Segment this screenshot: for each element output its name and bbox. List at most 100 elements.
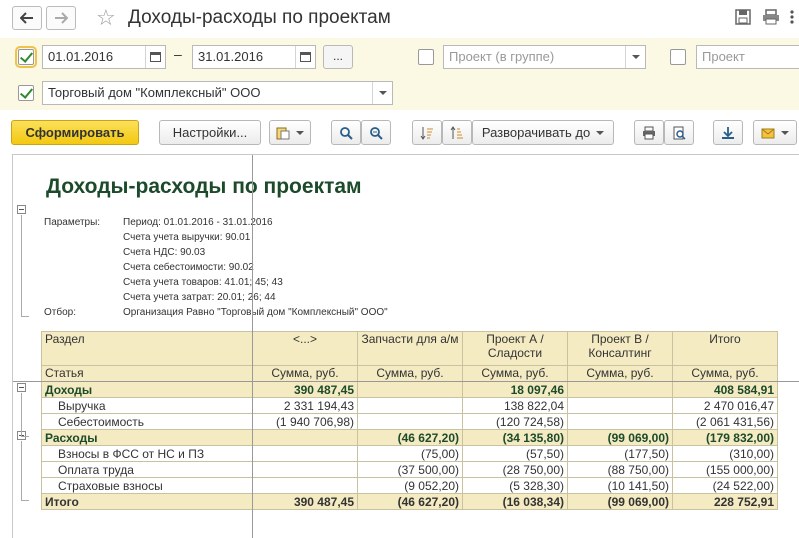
print-preview-icon (673, 126, 686, 140)
title-bar: ☆ Доходы-расходы по проектам (0, 0, 799, 36)
row-value: (34 135,80) (462, 429, 568, 446)
period-select-button[interactable]: ... (323, 45, 353, 69)
calendar-to-button[interactable] (295, 46, 315, 68)
row-label: Взносы в ФСС от НС и ПЗ (41, 445, 253, 462)
report-spreadsheet[interactable]: Доходы-расходы по проектам Параметры: Пе… (12, 154, 799, 538)
row-value (357, 413, 463, 430)
row-label: Расходы (41, 429, 253, 446)
period-dash: – (174, 46, 182, 62)
row-label: Оплата труда (41, 461, 253, 478)
header-column: <...> (252, 331, 358, 366)
table-row[interactable]: Себестоимость (1 940 706,98) (120 724,58) (… (41, 413, 778, 430)
sort-desc-button[interactable] (442, 120, 472, 145)
star-icon[interactable]: ☆ (96, 6, 116, 30)
row-value (357, 381, 463, 398)
arrow-right-icon (55, 12, 68, 24)
project-placeholder: Проект (702, 49, 745, 64)
back-button[interactable] (12, 6, 42, 30)
row-value: (57,50) (462, 445, 568, 462)
period-checkbox[interactable] (15, 46, 37, 68)
row-value: (37 500,00) (357, 461, 463, 478)
row-value: 228 752,91 (672, 493, 778, 510)
report-table: Раздел <...> Запчасти для а/м Проект А /… (41, 331, 778, 510)
search-refresh-icon (370, 126, 383, 140)
find-button[interactable] (331, 120, 361, 145)
project-group-checkbox[interactable] (418, 49, 434, 65)
organization-field[interactable]: Торговый дом "Комплексный" ООО (42, 81, 393, 105)
table-row[interactable]: Доходы 390 487,45 18 097,46 408 584,91 (41, 381, 778, 398)
settings-button[interactable]: Настройки... (159, 120, 261, 145)
more-vertical-icon[interactable] (788, 9, 796, 25)
expand-to-dropdown[interactable]: Разворачивать до (472, 120, 614, 145)
chevron-down-icon (296, 130, 304, 135)
report-title: Доходы-расходы по проектам (46, 175, 362, 198)
variants-button[interactable] (269, 120, 311, 145)
table-row[interactable]: Расходы (46 627,20) (34 135,80) (99 069,00)… (41, 429, 778, 446)
row-value: (99 069,00) (567, 493, 673, 510)
table-row[interactable]: Страховые взносы (9 052,20) (5 328,30) (10 … (41, 477, 778, 494)
row-value (252, 445, 358, 462)
row-value: (177,50) (567, 445, 673, 462)
header-column: Проект А / Сладости (462, 331, 568, 366)
save-report-button[interactable] (713, 120, 743, 145)
project-field[interactable]: Проект (696, 45, 799, 69)
forward-button[interactable] (46, 6, 76, 30)
table-row[interactable]: Оплата труда (37 500,00) (28 750,00) (88 75… (41, 461, 778, 478)
row-value: (46 627,20) (357, 429, 463, 446)
organization-dropdown[interactable] (372, 82, 392, 104)
row-label: Страховые взносы (41, 477, 253, 494)
collapse-group-icon[interactable] (17, 383, 26, 392)
project-group-dropdown[interactable] (625, 46, 645, 68)
send-email-button[interactable] (753, 120, 797, 145)
row-value (252, 429, 358, 446)
row-value: (16 038,34) (462, 493, 568, 510)
header-row: Статья Сумма, руб. Сумма, руб. Сумма, ру… (41, 365, 778, 382)
row-value: 2 470 016,47 (672, 397, 778, 414)
row-value (567, 397, 673, 414)
param-line: Счета НДС: 90.03 (123, 247, 206, 258)
collapse-params-icon[interactable] (17, 205, 26, 214)
row-value: (99 069,00) (567, 429, 673, 446)
calendar-icon (300, 52, 311, 62)
row-value: (179 832,00) (672, 429, 778, 446)
param-line: Счета учета выручки: 90.01 (123, 232, 251, 243)
param-line: Период: 01.01.2016 - 31.01.2016 (123, 217, 273, 228)
row-label: Выручка (41, 397, 253, 414)
page-title: Доходы-расходы по проектам (128, 7, 391, 28)
row-value: (9 052,20) (357, 477, 463, 494)
header-unit: Сумма, руб. (567, 365, 673, 382)
header-unit: Сумма, руб. (672, 365, 778, 382)
generate-button[interactable]: Сформировать (11, 120, 139, 145)
print-button[interactable] (634, 120, 664, 145)
header-column: Проект В / Консалтинг (567, 331, 673, 366)
table-row[interactable]: Взносы в ФСС от НС и ПЗ (75,00) (57,50) (17… (41, 445, 778, 462)
calendar-from-button[interactable] (145, 46, 165, 68)
params-label: Параметры: (44, 217, 101, 228)
row-value: (10 141,50) (567, 477, 673, 494)
table-row[interactable]: Итого 390 487,45 (46 627,20) (16 038,34) (99… (41, 493, 778, 510)
chevron-down-icon (781, 130, 789, 135)
organization-checkbox[interactable] (18, 85, 34, 101)
table-row[interactable]: Выручка 2 331 194,43 138 822,04 2 470 016,4… (41, 397, 778, 414)
project-group-placeholder: Проект (в группе) (449, 49, 555, 64)
clipboard-icon (276, 127, 290, 139)
chevron-down-icon (631, 55, 640, 59)
row-value: (5 328,30) (462, 477, 568, 494)
floppy-icon[interactable] (734, 9, 752, 25)
printer-icon[interactable] (762, 9, 780, 25)
project-checkbox[interactable] (670, 49, 686, 65)
header-unit: Сумма, руб. (357, 365, 463, 382)
period-to-field[interactable]: 31.01.2016 (192, 45, 316, 69)
sort-asc-button[interactable] (412, 120, 442, 145)
row-value: (24 522,00) (672, 477, 778, 494)
row-value (252, 477, 358, 494)
find-next-button[interactable] (361, 120, 391, 145)
period-from-field[interactable]: 01.01.2016 (42, 45, 166, 69)
header-section: Раздел (41, 331, 253, 366)
header-unit: Сумма, руб. (462, 365, 568, 382)
project-group-field[interactable]: Проект (в группе) (443, 45, 646, 69)
printer-icon (643, 126, 655, 139)
print-preview-button[interactable] (664, 120, 694, 145)
header-row: Раздел <...> Запчасти для а/м Проект А /… (41, 331, 778, 366)
row-value: (75,00) (357, 445, 463, 462)
